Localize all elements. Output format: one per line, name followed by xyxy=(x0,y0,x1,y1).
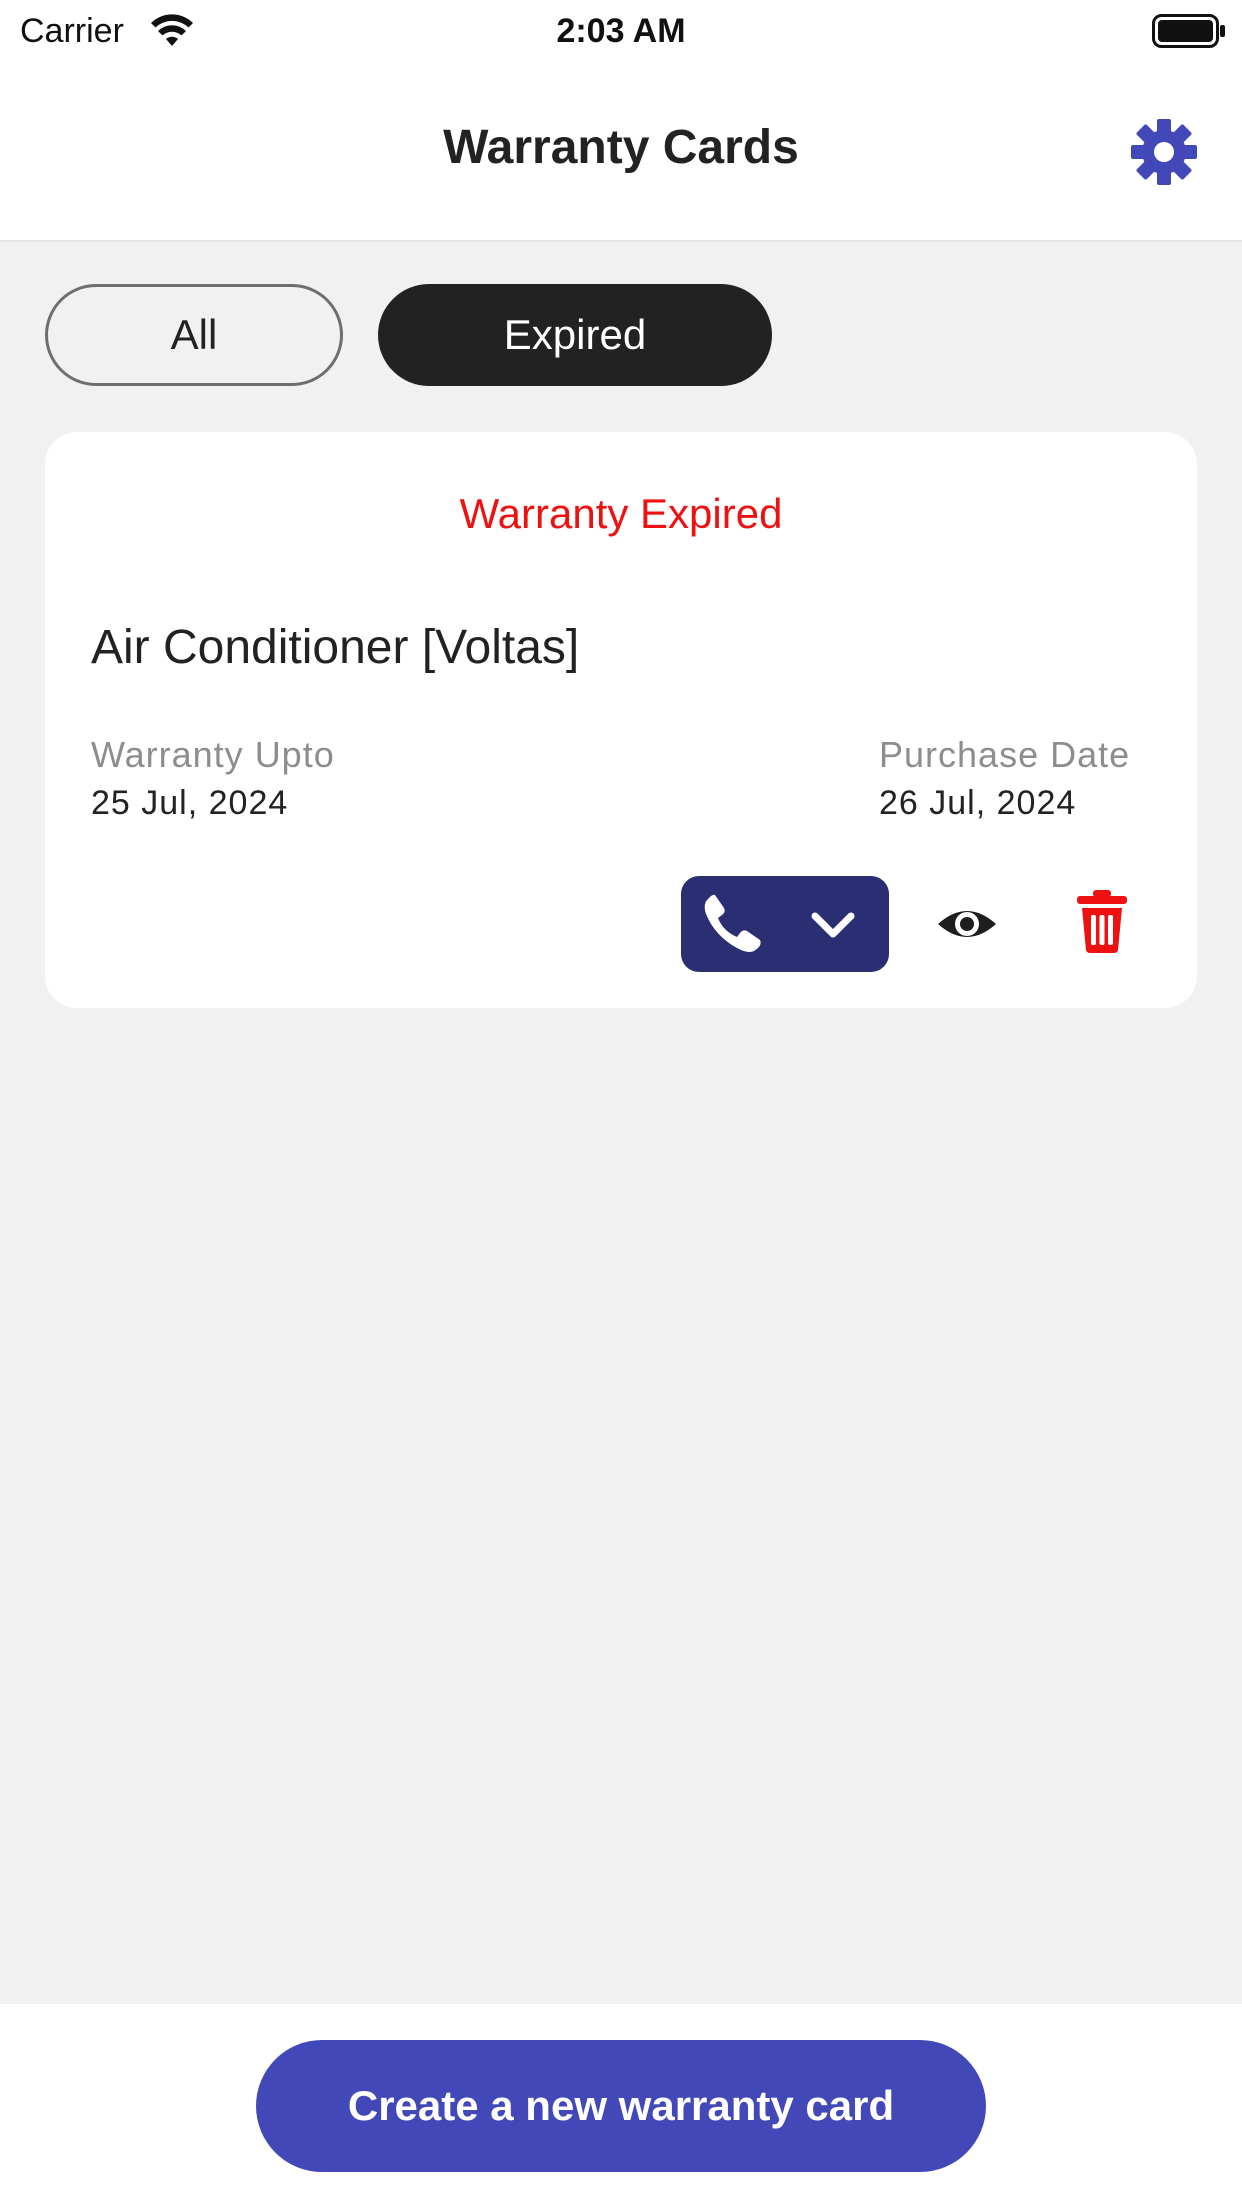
battery-icon xyxy=(1152,14,1225,48)
call-support-button[interactable] xyxy=(681,876,889,972)
filter-all-label: All xyxy=(170,311,218,358)
filter-expired-button[interactable]: Expired xyxy=(378,284,772,386)
phone-icon xyxy=(704,894,761,952)
bottom-bar: Create a new warranty card xyxy=(0,2004,1242,2208)
create-warranty-card-button[interactable]: Create a new warranty card xyxy=(256,2040,986,2172)
status-bar: Carrier 2:03 AM xyxy=(0,0,1242,66)
page-title: Warranty Cards xyxy=(443,121,799,174)
eye-icon[interactable] xyxy=(935,894,999,954)
warranty-card[interactable]: Warranty Expired Air Conditioner [Voltas… xyxy=(45,432,1197,1008)
purchase-date-value: 26 Jul, 2024 xyxy=(879,784,1077,822)
create-warranty-card-label: Create a new warranty card xyxy=(347,2082,895,2129)
status-time: 2:03 AM xyxy=(556,12,686,50)
gear-icon[interactable] xyxy=(1130,118,1198,186)
filter-expired-label: Expired xyxy=(503,311,647,358)
product-name: Air Conditioner [Voltas] xyxy=(91,621,580,674)
warranty-upto-value: 25 Jul, 2024 xyxy=(91,784,289,822)
chevron-down-icon xyxy=(811,912,855,938)
filter-all-button[interactable]: All xyxy=(45,284,343,386)
nav-bar: Warranty Cards xyxy=(0,66,1242,242)
purchase-date-label: Purchase Date xyxy=(879,734,1131,775)
trash-icon[interactable] xyxy=(1075,888,1129,954)
status-badge: Warranty Expired xyxy=(459,490,783,537)
warranty-upto-label: Warranty Upto xyxy=(91,734,335,775)
